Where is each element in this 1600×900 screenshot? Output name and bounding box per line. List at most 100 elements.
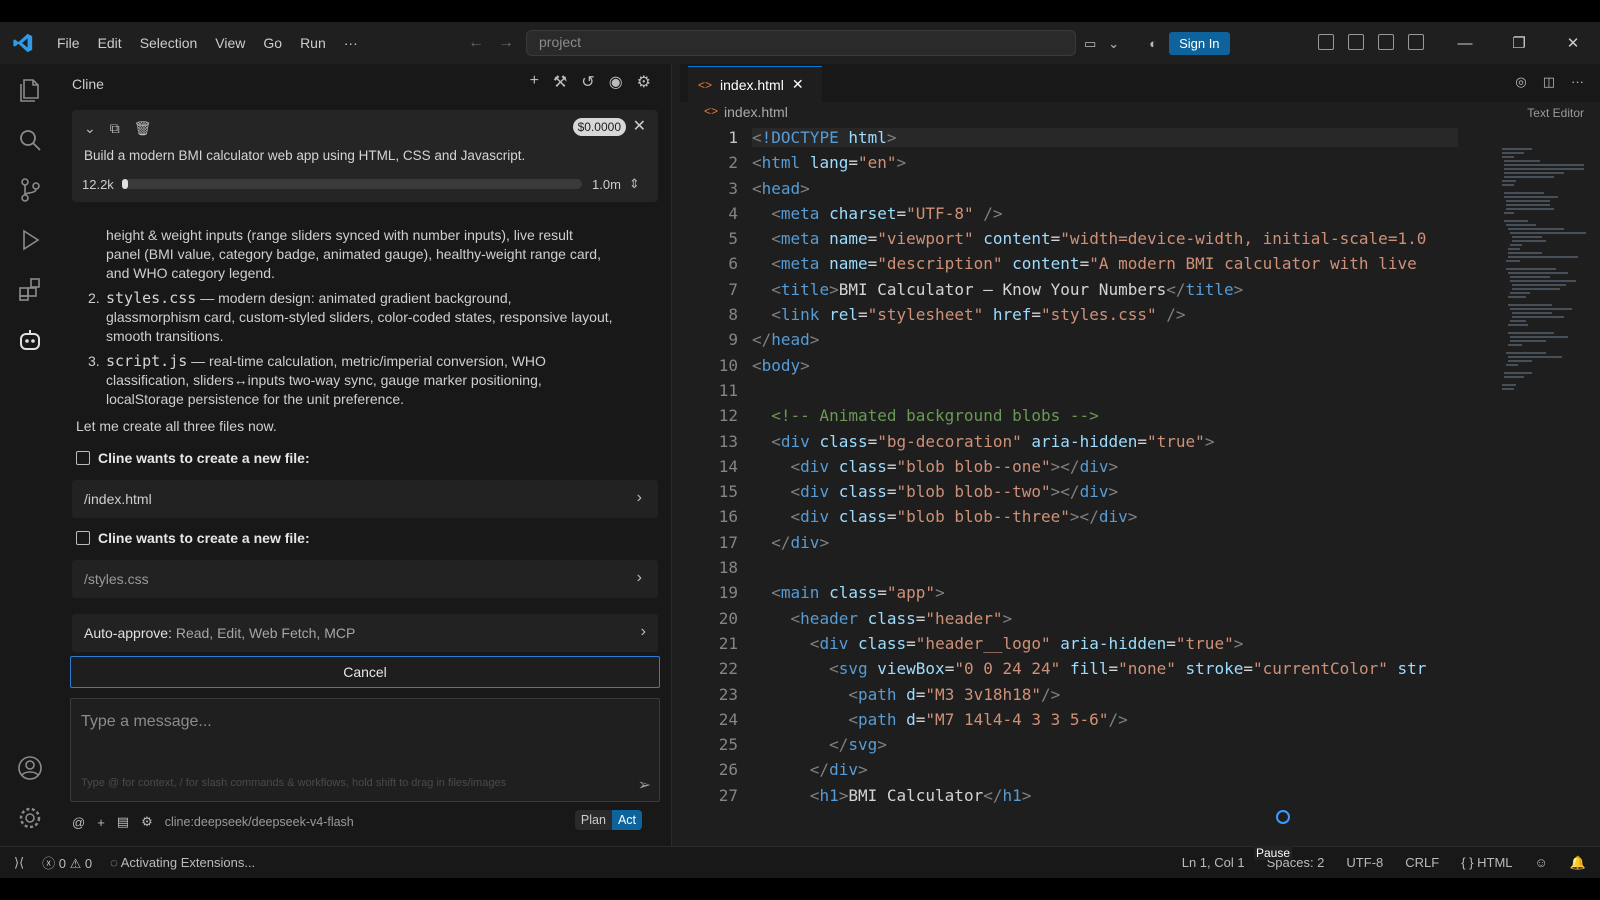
message-closing: Let me create all three files now. (76, 418, 277, 434)
editor-mode-label[interactable]: Text Editor (1527, 106, 1584, 120)
split-editor-icon[interactable]: ◫ (1543, 74, 1555, 90)
more-actions-icon[interactable]: ··· (1571, 74, 1584, 90)
tab-label: index.html (720, 76, 784, 93)
act-mode-button[interactable]: Act (611, 810, 642, 830)
code-line: 10 <body> (718, 355, 810, 375)
chevron-down-icon[interactable]: ⌄ (1108, 36, 1119, 52)
code-line: 15 <div class="blob blob--two"></div> (718, 482, 1119, 502)
notifications-bell-icon[interactable]: 🔔 (1570, 855, 1586, 871)
title-bar: File Edit Selection View Go Run ··· ←→ p… (0, 22, 1600, 64)
open-preview-icon[interactable]: ◎ (1515, 74, 1526, 90)
back-arrow-icon[interactable]: ← (468, 34, 498, 51)
forward-arrow-icon[interactable]: → (498, 34, 528, 51)
task-header: ⌄ ⧉ 🗑 $0.0000 ✕ Build a modern BMI calcu… (72, 110, 658, 202)
run-debug-icon[interactable] (16, 226, 44, 254)
minimize-icon[interactable]: — (1438, 35, 1492, 52)
breadcrumb-file[interactable]: index.html (724, 104, 788, 120)
search-icon[interactable] (16, 126, 44, 154)
copilot-icon[interactable]: ◐ (1149, 36, 1157, 51)
mcp-wrench-icon[interactable]: ⚒ (553, 72, 567, 92)
message-line: glassmorphism card, custom-styled slider… (106, 309, 613, 325)
code-line: 9 </head> (728, 330, 820, 350)
line-ending[interactable]: CRLF (1405, 855, 1439, 870)
close-icon[interactable]: ✕ (1546, 34, 1600, 52)
code-line: 2 <html lang="en"> (728, 153, 907, 173)
message-line: smooth transitions. (106, 328, 224, 344)
explorer-icon[interactable] (16, 76, 44, 104)
auto-approve-bar[interactable]: Auto-approve: Read, Edit, Web Fetch, MCP… (72, 614, 658, 652)
toggle-primary-sidebar-icon[interactable] (1348, 34, 1364, 50)
message-input[interactable]: Type a message... Type @ for context, / … (70, 698, 660, 802)
menu-selection[interactable]: Selection (131, 35, 207, 51)
status-right: Ln 1, Col 1 Spaces: 2 UTF-8 CRLF { } HTM… (1182, 855, 1586, 871)
problems-indicator[interactable]: ⓧ 0 ⚠ 0 (42, 853, 92, 872)
restore-icon[interactable]: ❐ (1492, 34, 1546, 52)
menu-go[interactable]: Go (254, 35, 291, 51)
remote-icon[interactable]: ⟩⟨ (14, 855, 24, 871)
cancel-button[interactable]: Cancel (70, 656, 660, 688)
menu-file[interactable]: File (48, 35, 89, 51)
menu-edit[interactable]: Edit (89, 35, 131, 51)
plan-mode-button[interactable]: Plan (575, 810, 612, 830)
code-line: 26 </div> (718, 760, 868, 780)
code-view[interactable]: 1 <!DOCTYPE html> 2 <html lang="en"> 3 <hea… (680, 126, 1480, 809)
message-line: — real-time calculation, metric/imperial… (187, 353, 546, 369)
file-row-index[interactable]: /index.html › (72, 480, 658, 518)
activity-status: ◌ Activating Extensions... (110, 855, 256, 870)
chevron-right-icon: › (636, 569, 642, 586)
language-mode[interactable]: { } HTML (1461, 855, 1512, 870)
warning-count: 0 (84, 856, 93, 871)
tab-index-html[interactable]: <> index.html ✕ (688, 66, 822, 102)
close-tab-icon[interactable]: ✕ (792, 76, 804, 93)
menu-more[interactable]: ··· (335, 35, 367, 51)
customize-layout-icon[interactable] (1318, 34, 1334, 50)
encoding[interactable]: UTF-8 (1346, 855, 1383, 870)
sign-in-button[interactable]: Sign In (1169, 32, 1230, 55)
panel-title: Cline (72, 76, 104, 92)
account-circle-icon[interactable]: ◉ (609, 72, 623, 92)
chevron-right-icon: › (640, 623, 646, 640)
pause-tooltip: Pause (1254, 846, 1293, 860)
message-line: and WHO category legend. (106, 265, 275, 281)
send-icon[interactable]: ➢ (638, 775, 651, 795)
extensions-icon[interactable] (16, 276, 44, 304)
toggle-panel-icon[interactable] (1378, 34, 1394, 50)
file-row-styles[interactable]: /styles.css › (72, 560, 658, 598)
code-line: 27 <h1>BMI Calculator</h1> (718, 785, 1032, 805)
message-line: — modern design: animated gradient backg… (196, 290, 512, 306)
code-line: 24 <path d="M7 14l4-4 3 3 5-6"/> (718, 709, 1128, 729)
account-icon[interactable] (16, 754, 44, 782)
task-cost-badge: $0.0000 (572, 118, 626, 136)
collapse-chevron-icon[interactable]: ⌄ (84, 120, 96, 137)
task-description: Build a modern BMI calculator web app us… (84, 148, 526, 163)
cline-icon[interactable] (16, 326, 44, 354)
source-control-icon[interactable] (16, 176, 44, 204)
code-line: 7 <title>BMI Calculator — Know Your Numb… (728, 279, 1244, 299)
settings-gear-icon[interactable]: ⚙ (637, 72, 651, 92)
manage-gear-icon[interactable] (16, 804, 44, 832)
new-task-icon[interactable]: + (530, 72, 539, 92)
compress-context-icon[interactable]: ⇕ (629, 176, 640, 192)
at-mention-icon[interactable]: @ (72, 815, 85, 830)
model-selector[interactable]: cline:deepseek/deepseek-v4-flash (165, 815, 354, 829)
auto-approve-value: Read, Edit, Web Fetch, MCP (171, 625, 356, 641)
add-context-icon[interactable]: + (97, 815, 105, 830)
code-line: 25 </svg> (718, 735, 887, 755)
history-icon[interactable]: ↺ (581, 72, 594, 92)
copy-icon[interactable]: ⧉ (110, 120, 120, 137)
context-progress-bar (122, 179, 582, 189)
model-icon[interactable]: ⚙ (141, 814, 153, 830)
cursor-position[interactable]: Ln 1, Col 1 (1182, 855, 1245, 870)
file-path: /styles.css (84, 571, 149, 587)
command-center-search[interactable]: project (526, 30, 1076, 56)
toggle-secondary-sidebar-icon[interactable] (1408, 34, 1424, 50)
minimap[interactable] (1500, 148, 1588, 448)
copilot-status-icon[interactable]: ☺ (1535, 855, 1548, 870)
menu-run[interactable]: Run (291, 35, 335, 51)
chat-icon[interactable]: ▭ (1084, 36, 1096, 52)
delete-trash-icon[interactable]: 🗑 (134, 120, 152, 137)
menu-view[interactable]: View (206, 35, 254, 51)
rules-icon[interactable]: ▤ (117, 814, 129, 830)
new-file-icon (76, 451, 90, 465)
close-task-icon[interactable]: ✕ (633, 116, 646, 136)
